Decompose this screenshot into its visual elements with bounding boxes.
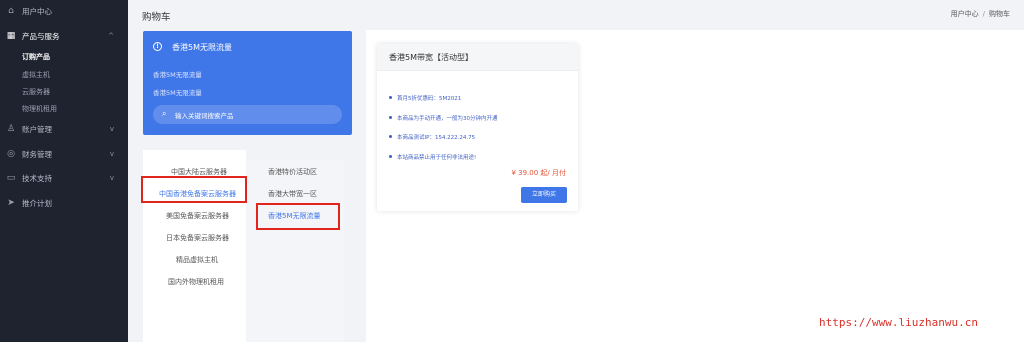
sidebar-item-user-center[interactable]: ⌂ 用户中心: [0, 3, 128, 19]
info-icon: !: [153, 42, 162, 51]
category-item[interactable]: 国内外物理机租用: [168, 277, 224, 287]
bullet-icon: [389, 155, 392, 158]
sidebar: ⌂ 用户中心 ▦ 产品与服务 ^ 订购产品 虚拟主机 云服务器 物理机租用 ♙ …: [0, 0, 128, 342]
sidebar-item-support[interactable]: ▭ 技术支持 v: [0, 170, 128, 186]
highlight-box: [256, 203, 340, 230]
product-feature: 首月5折优惠码：5M2021: [397, 96, 462, 102]
search-input[interactable]: ⌕ 输入关键词搜索产品: [153, 105, 342, 124]
sidebar-item-account[interactable]: ♙ 账户管理 v: [0, 121, 128, 137]
page-title: 购物车: [142, 12, 171, 23]
highlight-box: [141, 176, 247, 203]
money-icon: ◎: [7, 149, 15, 159]
product-feature: 本商品测试IP：154.222.24.75: [397, 135, 476, 141]
category-item[interactable]: 美国免备案云服务器: [166, 211, 229, 221]
sidebar-item-label: 账户管理: [22, 124, 52, 134]
product-card: 香港5M带宽【活动型】 首月5折优惠码：5M2021 本商品为手动开通，一般为3…: [377, 44, 578, 211]
grid-icon: ▦: [6, 31, 16, 41]
subcategory-item[interactable]: 香港大带宽一区: [268, 189, 317, 199]
search-icon: ⌕: [162, 109, 167, 118]
home-icon: ⌂: [8, 6, 14, 16]
sidebar-subitem-virtual-host[interactable]: 虚拟主机: [22, 70, 50, 80]
send-icon: ➤: [7, 198, 15, 208]
buy-now-button[interactable]: 立即购买: [521, 187, 567, 203]
selected-category-card: ! 香港5M无限流量 香港5M无限流量 香港5M无限流量 ⌕ 输入关键词搜索产品: [143, 31, 352, 135]
subcategory-item[interactable]: 香港特价活动区: [268, 167, 317, 177]
product-card-header: 香港5M带宽【活动型】: [377, 44, 578, 71]
sidebar-item-referral[interactable]: ➤ 推介计划: [0, 195, 128, 211]
category-item[interactable]: 日本免备案云服务器: [166, 233, 229, 243]
user-icon: ♙: [6, 124, 16, 134]
search-placeholder: 输入关键词搜索产品: [175, 112, 234, 120]
product-feature: 本站商品禁止用于任何非法用途!: [397, 155, 477, 161]
sidebar-item-label: 用户中心: [22, 6, 52, 16]
watermark: https://www.liuzhanwu.cn: [819, 316, 978, 329]
breadcrumb-separator: /: [982, 10, 985, 18]
chevron-down-icon: v: [109, 174, 114, 182]
chevron-up-icon: ^: [108, 32, 114, 40]
product-price: ¥ 39.00 起/ 月付: [511, 169, 566, 177]
sidebar-subitem-physical[interactable]: 物理机租用: [22, 104, 57, 114]
bullet-icon: [389, 135, 392, 138]
breadcrumb: 用户中心 / 购物车: [951, 9, 1010, 19]
chevron-down-icon: v: [109, 125, 114, 133]
sidebar-item-label: 产品与服务: [22, 31, 60, 41]
bullet-icon: [389, 96, 392, 99]
sidebar-item-products[interactable]: ▦ 产品与服务 ^: [0, 28, 128, 44]
bullet-icon: [389, 116, 392, 119]
product-feature: 本商品为手动开通，一般为30分钟内开通: [397, 116, 498, 122]
subcategory-list: [246, 160, 344, 342]
selected-category-line: 香港5M无限流量: [153, 71, 202, 79]
selected-category-line: 香港5M无限流量: [153, 89, 202, 97]
sidebar-item-label: 财务管理: [22, 149, 52, 159]
sidebar-item-finance[interactable]: ◎ 财务管理 v: [0, 146, 128, 162]
breadcrumb-cart: 购物车: [989, 10, 1010, 18]
product-title: 香港5M带宽【活动型】: [389, 53, 473, 62]
sidebar-item-label: 技术支持: [22, 173, 52, 183]
chevron-down-icon: v: [109, 150, 114, 158]
selected-category-title: 香港5M无限流量: [172, 43, 232, 52]
sidebar-subitem-cloud-server[interactable]: 云服务器: [22, 87, 50, 97]
category-item[interactable]: 精品虚拟主机: [176, 255, 218, 265]
tech-icon: ▭: [6, 173, 16, 183]
sidebar-subitem-order[interactable]: 订购产品: [22, 52, 50, 62]
breadcrumb-user-center[interactable]: 用户中心: [951, 10, 979, 18]
sidebar-item-label: 推介计划: [22, 198, 52, 208]
